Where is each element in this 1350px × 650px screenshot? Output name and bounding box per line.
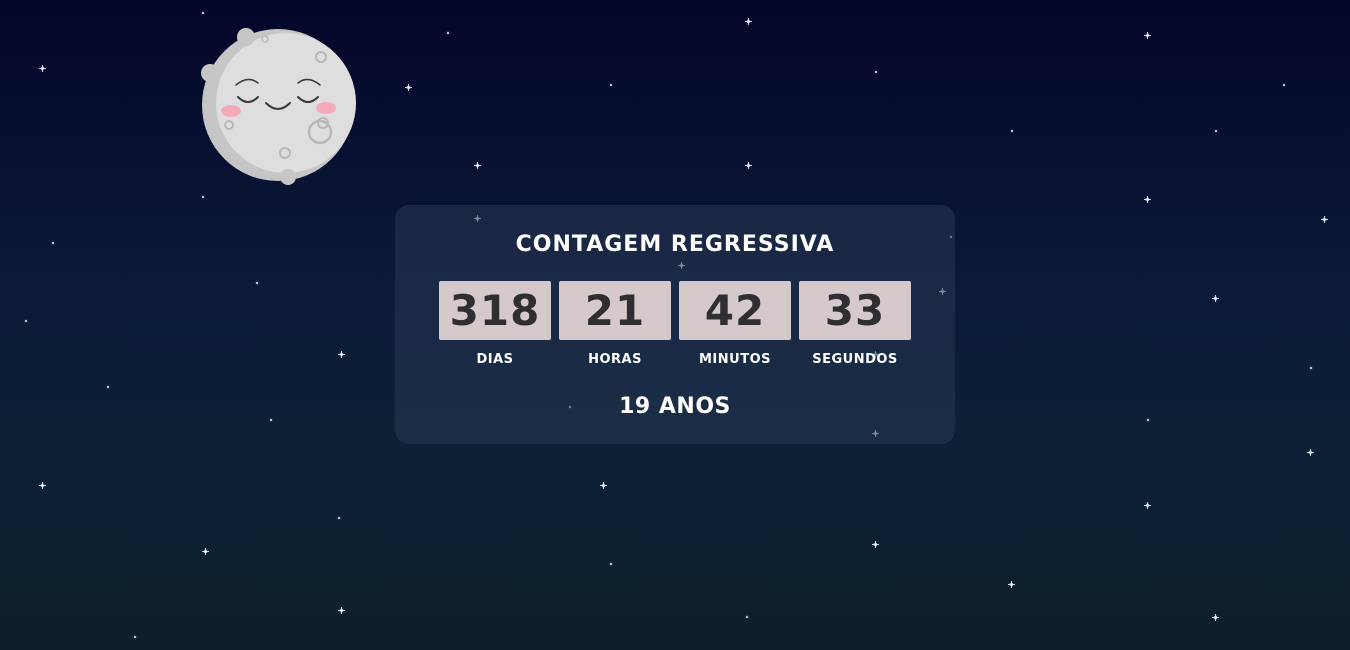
star-icon: [1144, 502, 1151, 509]
hours-unit: 21 HORAS: [559, 281, 671, 367]
star-icon: [256, 282, 258, 284]
star-icon: [1307, 449, 1314, 456]
countdown-title: CONTAGEM REGRESSIVA: [515, 232, 835, 257]
star-icon: [39, 482, 46, 489]
star-icon: [610, 84, 612, 86]
star-icon: [134, 636, 136, 638]
star-icon: [1008, 581, 1015, 588]
star-icon: [338, 607, 345, 614]
hours-label: HORAS: [588, 352, 642, 367]
star-icon: [1144, 196, 1151, 203]
star-icon: [1321, 216, 1328, 223]
days-unit: 318 DIAS: [439, 281, 551, 367]
star-icon: [610, 563, 612, 565]
age-text: 19 ANOS: [619, 394, 731, 419]
star-icon: [1147, 419, 1149, 421]
minutes-value: 42: [679, 281, 791, 340]
star-icon: [1212, 614, 1219, 621]
star-icon: [202, 196, 204, 198]
minutes-label: MINUTOS: [699, 352, 771, 367]
sleeping-moon-icon: [201, 28, 356, 185]
star-icon: [745, 18, 752, 25]
days-label: DIAS: [476, 352, 514, 367]
star-icon: [202, 12, 204, 14]
minutes-unit: 42 MINUTOS: [679, 281, 791, 367]
hours-value: 21: [559, 281, 671, 340]
star-icon: [474, 162, 481, 169]
star-icon: [1144, 32, 1151, 39]
star-icon: [746, 616, 748, 618]
star-icon: [600, 482, 607, 489]
night-sky-background: CONTAGEM REGRESSIVA 318 DIAS 21 HORAS 42…: [0, 0, 1350, 650]
star-icon: [1310, 367, 1312, 369]
star-icon: [872, 541, 879, 548]
star-icon: [52, 242, 54, 244]
seconds-label: SEGUNDOS: [812, 352, 898, 367]
star-icon: [25, 320, 27, 322]
star-icon: [1011, 130, 1013, 132]
star-icon: [745, 162, 752, 169]
star-icon: [1215, 130, 1217, 132]
seconds-value: 33: [799, 281, 911, 340]
star-icon: [270, 419, 272, 421]
days-value: 318: [439, 281, 551, 340]
star-icon: [338, 351, 345, 358]
star-icon: [875, 71, 877, 73]
star-icon: [202, 548, 209, 555]
star-icon: [447, 32, 449, 34]
star-icon: [39, 65, 46, 72]
star-icon: [1283, 84, 1285, 86]
star-icon: [338, 517, 340, 519]
seconds-unit: 33 SEGUNDOS: [799, 281, 911, 367]
star-icon: [405, 84, 412, 91]
star-icon: [1212, 295, 1219, 302]
countdown-card: CONTAGEM REGRESSIVA 318 DIAS 21 HORAS 42…: [395, 205, 955, 444]
star-icon: [107, 386, 109, 388]
